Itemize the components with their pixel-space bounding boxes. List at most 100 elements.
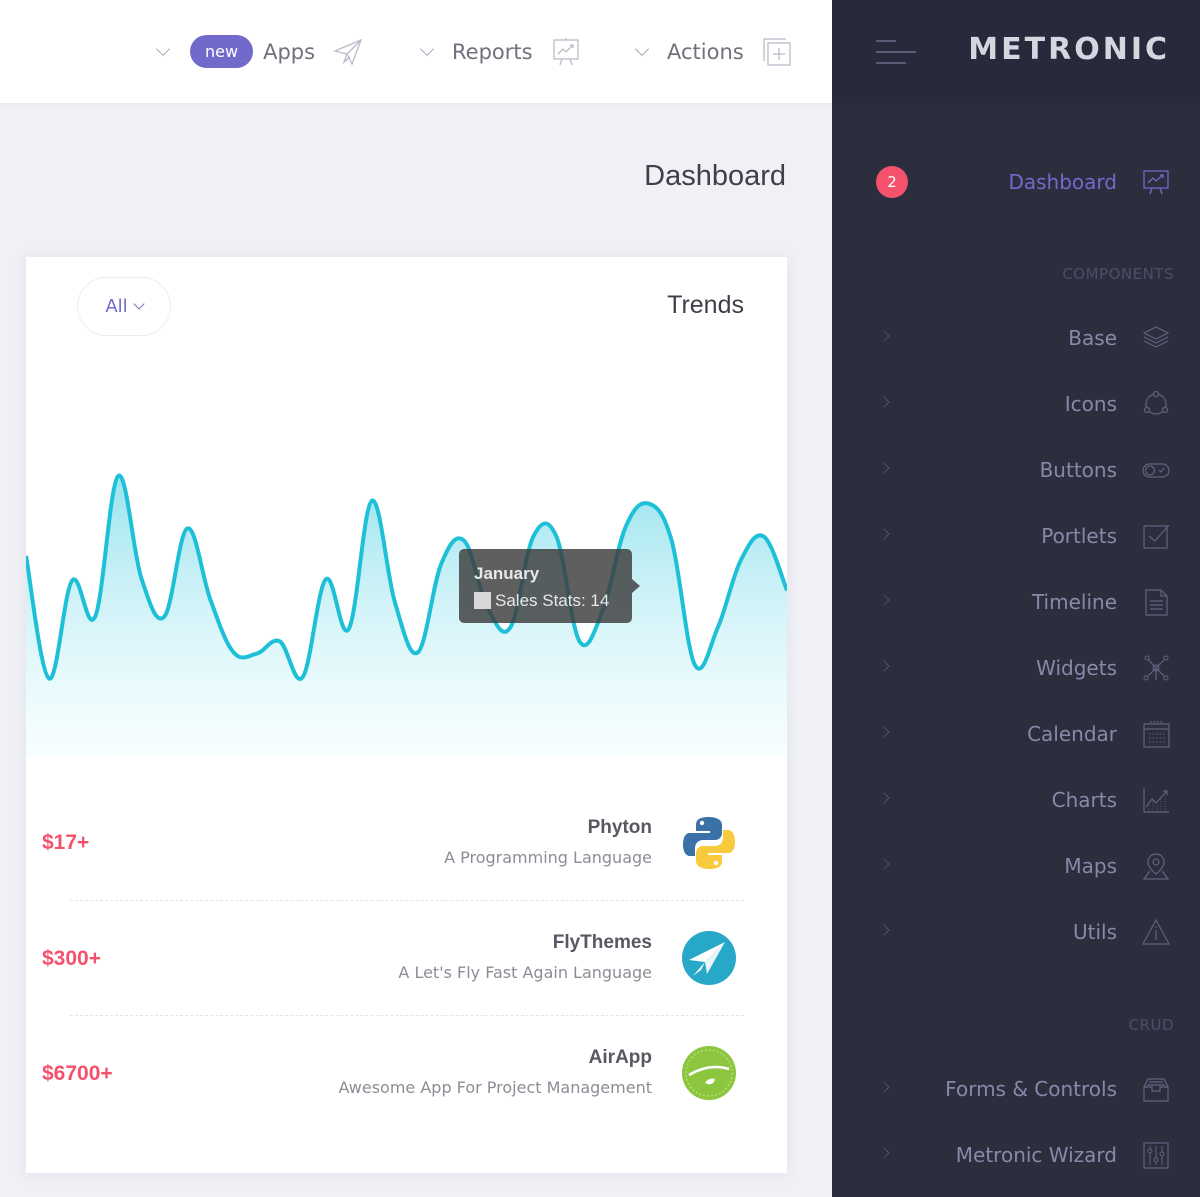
chart-data-point[interactable] xyxy=(43,672,55,684)
chevron-right-icon xyxy=(878,396,890,408)
chart-data-point[interactable] xyxy=(26,550,32,562)
filter-dropdown[interactable]: All xyxy=(77,277,171,336)
network-circle-icon xyxy=(1143,390,1169,415)
chart-data-point[interactable] xyxy=(89,611,101,623)
widget-title: Trends xyxy=(667,291,744,319)
sidebar-item-label: Maps xyxy=(1064,854,1117,878)
sidebar-item-utils[interactable]: Utils xyxy=(832,912,1200,952)
calendar-icon xyxy=(1143,721,1170,748)
chart-data-point[interactable] xyxy=(689,659,701,671)
chart-data-point[interactable] xyxy=(135,572,147,584)
chevron-right-icon xyxy=(878,1081,890,1093)
python-logo-icon xyxy=(683,817,735,869)
chart-data-point[interactable] xyxy=(620,521,632,533)
chart-data-point[interactable] xyxy=(112,470,124,482)
filter-label: All xyxy=(105,296,128,317)
topnav-apps[interactable]: new Apps xyxy=(155,0,363,103)
chart-data-point[interactable] xyxy=(366,495,378,507)
topnav-actions-label: Actions xyxy=(667,39,744,64)
sidebar-item-dashboard[interactable]: 2 Dashboard xyxy=(832,162,1200,202)
chart-data-point[interactable] xyxy=(274,635,286,647)
chevron-down-icon xyxy=(132,298,145,310)
layers-icon xyxy=(1142,326,1170,348)
menu-toggle-icon[interactable] xyxy=(876,38,918,66)
chart-data-point[interactable] xyxy=(297,671,309,683)
new-badge: new xyxy=(190,35,254,68)
sidebar-item-label: Base xyxy=(1068,326,1117,350)
sidebar-item-label: Metronic Wizard xyxy=(955,1143,1117,1167)
sidebar-item-icons[interactable]: Icons xyxy=(832,384,1200,424)
sidebar-item-label: Timeline xyxy=(1031,590,1117,614)
sidebar-item-widgets[interactable]: Widgets xyxy=(832,648,1200,688)
brand-logo[interactable]: METRONIC xyxy=(968,32,1170,67)
chevron-down-icon xyxy=(634,41,650,56)
chart-data-point[interactable] xyxy=(666,535,678,547)
sidebar-item-metronic-wizard[interactable]: Metronic Wizard xyxy=(832,1135,1200,1175)
notification-badge: 2 xyxy=(876,166,908,198)
item-price: $300+ xyxy=(42,947,101,970)
chart-data-point[interactable] xyxy=(643,498,655,510)
sidebar-item-calendar[interactable]: Calendar xyxy=(832,714,1200,754)
chart-tooltip: January Sales Stats: 14 xyxy=(459,549,640,623)
chart-data-point[interactable] xyxy=(504,622,516,634)
chevron-right-icon xyxy=(878,792,890,804)
sidebar-item-label: Forms & Controls xyxy=(945,1077,1117,1101)
sidebar-item-buttons[interactable]: Buttons xyxy=(832,450,1200,490)
chevron-right-icon xyxy=(878,1147,890,1159)
chart-data-point[interactable] xyxy=(712,622,724,634)
sidebar-item-timeline[interactable]: Timeline xyxy=(832,582,1200,622)
section-heading: COMPONENTS xyxy=(1062,265,1174,283)
add-copy-icon xyxy=(763,37,791,66)
chevron-right-icon xyxy=(878,924,890,936)
topnav-actions[interactable]: Actions xyxy=(634,0,792,103)
chart-data-point[interactable] xyxy=(251,648,263,660)
page-title: Dashboard xyxy=(644,160,786,192)
list-item[interactable]: $17+ Phyton A Programming Language xyxy=(26,785,787,900)
sidebar: METRONIC 2 Dashboard COMPONENTS Base Icon… xyxy=(832,0,1200,1197)
line-chart-icon xyxy=(1143,788,1169,813)
toggle-icon xyxy=(1142,463,1170,478)
sidebar-item-label: Buttons xyxy=(1039,458,1117,482)
item-name: AirApp xyxy=(588,1047,652,1068)
sidebar-item-portlets[interactable]: Portlets xyxy=(832,516,1200,556)
sidebar-item-maps[interactable]: Maps xyxy=(832,846,1200,886)
topnav-reports[interactable]: Reports xyxy=(419,0,581,103)
chart-data-point[interactable] xyxy=(435,558,447,570)
sidebar-item-base[interactable]: Base xyxy=(832,318,1200,358)
checkbox-icon xyxy=(1143,524,1170,549)
trends-chart[interactable] xyxy=(26,437,787,757)
chart-data-point[interactable] xyxy=(573,635,585,647)
chart-data-point[interactable] xyxy=(181,522,193,534)
chart-data-point[interactable] xyxy=(458,535,470,547)
sidebar-item-forms-controls[interactable]: Forms & Controls xyxy=(832,1069,1200,1109)
presentation-chart-icon xyxy=(552,37,579,65)
chart-data-point[interactable] xyxy=(758,531,770,543)
sidebar-item-label: Icons xyxy=(1064,392,1117,416)
list-item[interactable]: $6700+ AirApp Awesome App For Project Ma… xyxy=(26,1015,787,1130)
hellofresh-logo-icon xyxy=(682,1046,736,1100)
equalizer-icon xyxy=(1143,1142,1169,1169)
sidebar-item-charts[interactable]: Charts xyxy=(832,780,1200,820)
sidebar-item-label: Portlets xyxy=(1041,524,1117,548)
chevron-down-icon xyxy=(155,41,171,56)
chart-data-point[interactable] xyxy=(204,594,216,606)
sidebar-item-label: Dashboard xyxy=(1008,170,1117,194)
chart-data-point[interactable] xyxy=(389,597,401,609)
item-price: $17+ xyxy=(42,831,90,854)
chart-data-point[interactable] xyxy=(66,575,78,587)
tooltip-swatch xyxy=(474,592,491,609)
chart-data-point[interactable] xyxy=(343,623,355,635)
chart-data-point[interactable] xyxy=(735,554,747,566)
sidebar-item-label: Utils xyxy=(1072,920,1117,944)
chart-data-point[interactable] xyxy=(527,531,539,543)
flythemes-logo-icon xyxy=(682,931,736,985)
chart-data-point[interactable] xyxy=(412,646,424,658)
chart-data-point[interactable] xyxy=(550,531,562,543)
chart-data-point[interactable] xyxy=(228,646,240,658)
list-item[interactable]: $300+ FlyThemes A Let's Fly Fast Again L… xyxy=(26,900,787,1015)
inbox-icon xyxy=(1143,1078,1169,1102)
chart-data-point[interactable] xyxy=(158,611,170,623)
trends-widget: All Trends January Sales Stats: 14 $17+ … xyxy=(26,257,787,1173)
chart-data-point[interactable] xyxy=(320,573,332,585)
chevron-right-icon xyxy=(878,462,890,474)
